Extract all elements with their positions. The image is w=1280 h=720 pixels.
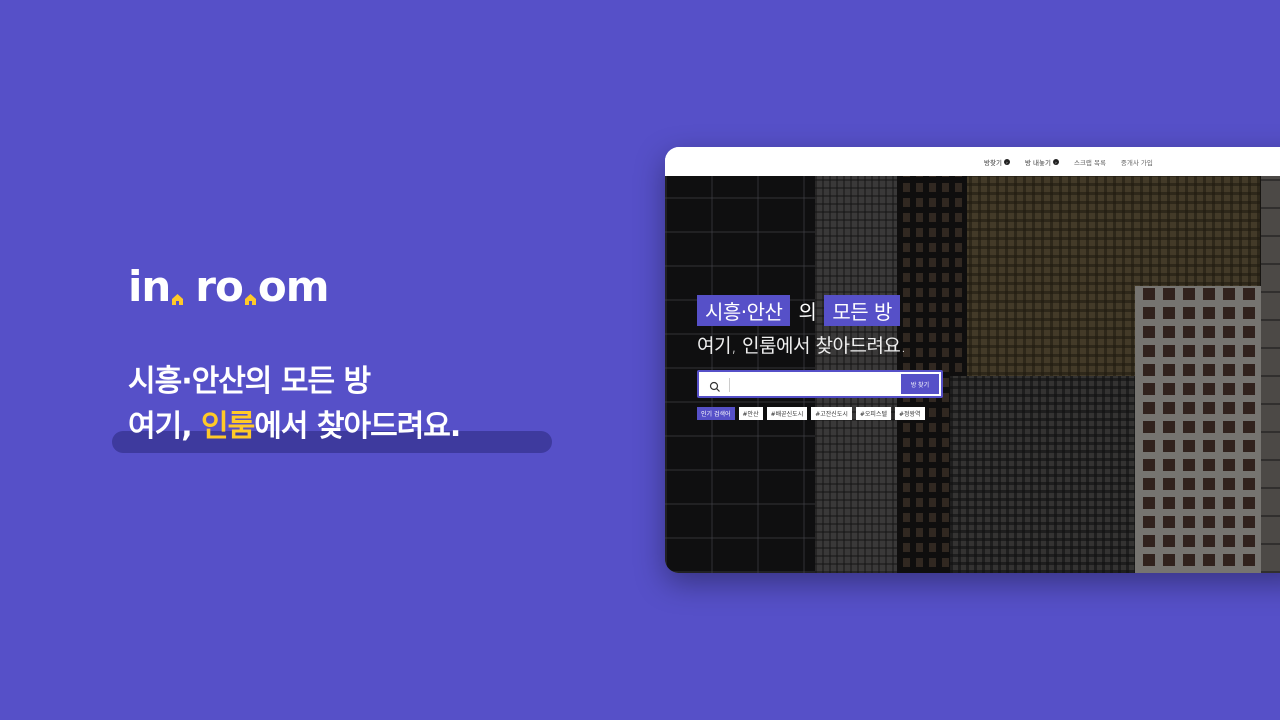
logo-text-in: in	[128, 262, 171, 311]
tag-chip[interactable]: #정왕역	[894, 407, 925, 420]
popular-label: 인기 검색어	[697, 407, 735, 420]
search-icon	[709, 378, 721, 392]
nav-item-label: 방 내놓기	[1024, 159, 1051, 167]
arrow-right-circle-icon: ›	[1052, 159, 1059, 165]
nav-item-list-room[interactable]: 방 내놓기 ›	[1025, 157, 1059, 167]
hero-section: 시흥·안산 의 모든 방 여기, 인룸에서 찾아드려요. 방 찾기 인기 검색어…	[665, 176, 1280, 573]
hero-title: 시흥·안산 의 모든 방	[697, 295, 943, 326]
search-button[interactable]: 방 찾기	[901, 374, 939, 394]
nav-item-agent-signup[interactable]: 중개사 가입	[1121, 157, 1153, 167]
top-nav: 방찾기 › 방 내놓기 › 스크랩 목록 중개사 가입	[665, 147, 1280, 176]
headline-accent: 인룸	[201, 408, 255, 444]
nav-item-label: 중개사 가입	[1120, 159, 1153, 167]
house-icon	[171, 293, 184, 306]
headline-line2-pre: 여기,	[128, 408, 202, 444]
tag-chip[interactable]: #안산	[738, 407, 763, 420]
nav-item-label: 방찾기	[984, 159, 1002, 167]
hero-subtitle: 여기, 인룸에서 찾아드려요.	[697, 335, 906, 357]
hero-title-tag-rooms: 모든 방	[824, 295, 900, 326]
website-preview: 방찾기 › 방 내놓기 › 스크랩 목록 중개사 가입 시흥·안산 의 모든 방…	[665, 147, 1280, 573]
nav-item-scrap-list[interactable]: 스크랩 목록	[1074, 157, 1106, 167]
search-input[interactable]	[735, 376, 895, 394]
logo-text-ro: ro	[195, 262, 244, 311]
search-divider	[729, 378, 730, 392]
headline-line1: 시흥·안산의 모든 방	[128, 364, 371, 399]
logo-text-om: om	[257, 262, 330, 311]
hero-content: 시흥·안산 의 모든 방 여기, 인룸에서 찾아드려요. 방 찾기 인기 검색어…	[697, 295, 943, 420]
nav-item-find-room[interactable]: 방찾기 ›	[984, 157, 1010, 167]
tag-chip[interactable]: #배곧신도시	[766, 407, 808, 420]
hero-title-mid: 의	[798, 300, 817, 324]
headline-line2-post: 에서 찾아드려요.	[254, 408, 461, 444]
nav-item-label: 스크랩 목록	[1073, 159, 1106, 167]
hero-title-tag-region: 시흥·안산	[697, 295, 791, 326]
popular-tags: 인기 검색어 #안산 #배곧신도시 #고잔신도시 #오피스텔 #정왕역	[697, 407, 943, 420]
inroom-logo: in ro om	[128, 266, 329, 308]
headline: 시흥·안산의 모든 방 여기, 인룸에서 찾아드려요.	[112, 362, 552, 453]
tag-chip[interactable]: #고잔신도시	[811, 407, 852, 420]
headline-line2: 여기, 인룸에서 찾아드려요.	[112, 407, 552, 453]
house-icon	[244, 293, 257, 306]
tag-chip[interactable]: #오피스텔	[855, 407, 891, 420]
search-bar: 방 찾기	[697, 370, 943, 398]
arrow-right-circle-icon: ›	[1003, 159, 1010, 165]
